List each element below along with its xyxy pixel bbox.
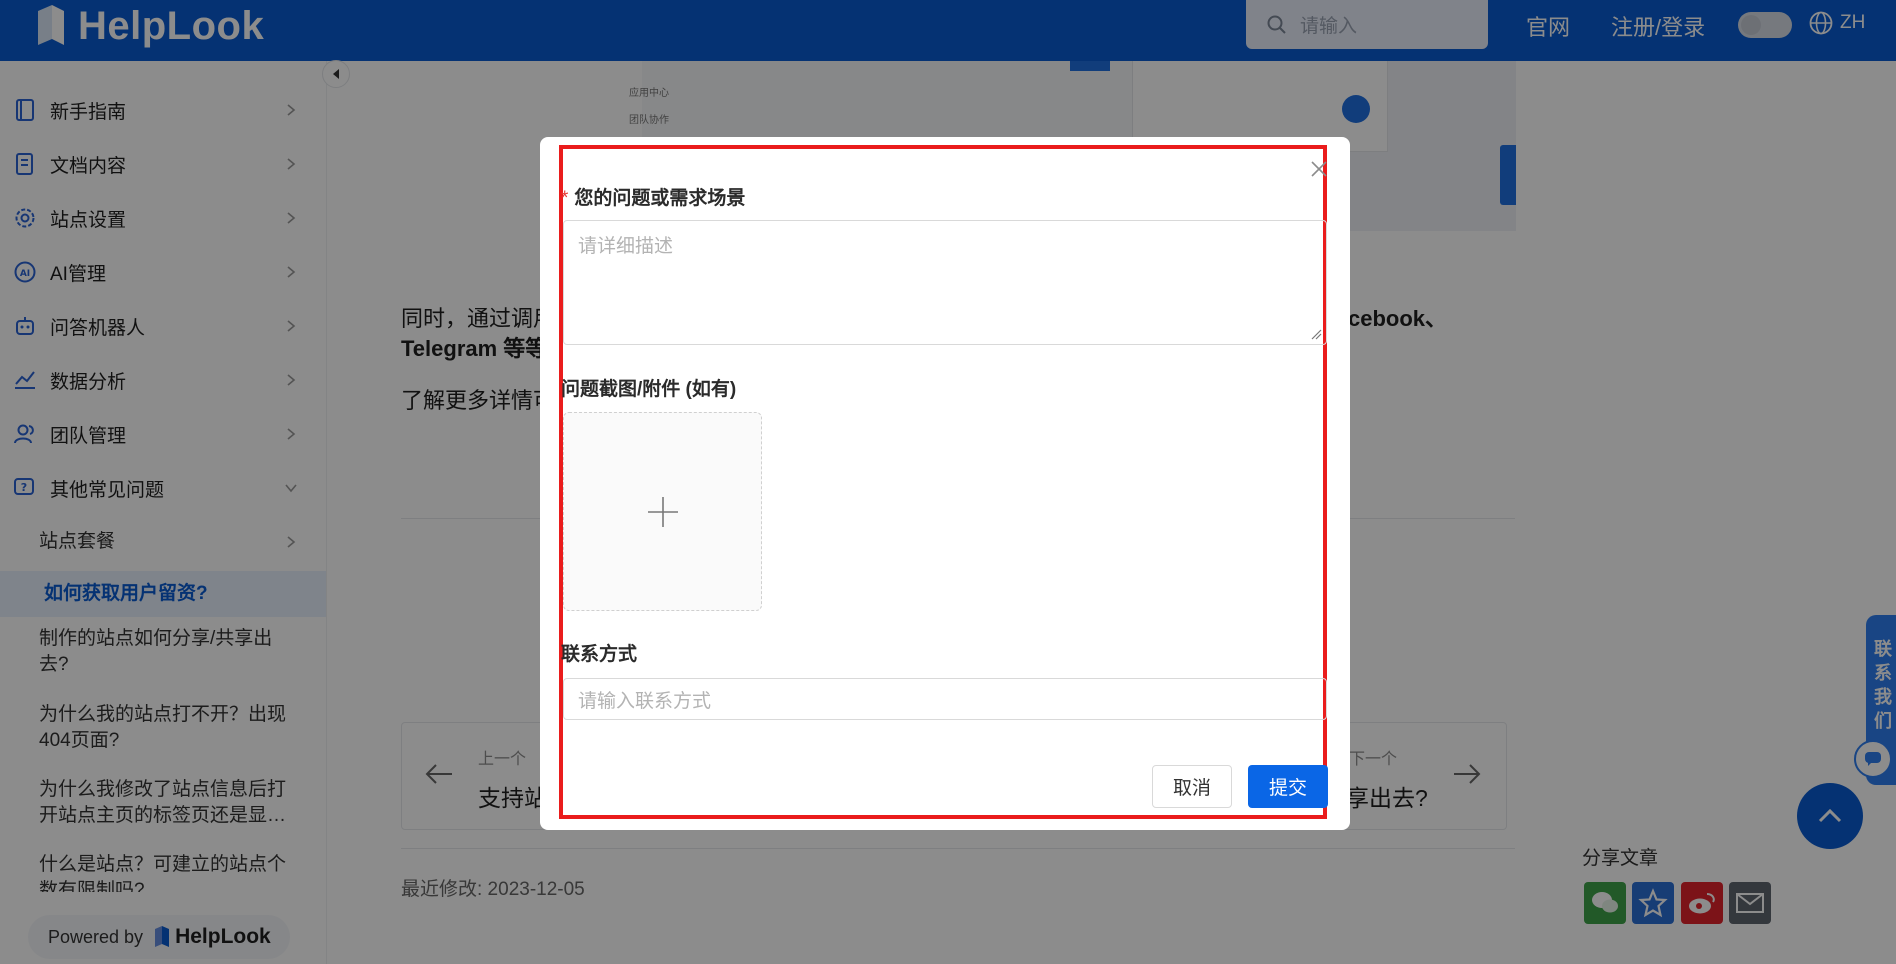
submit-button[interactable]: 提交 [1248,765,1328,808]
resize-grip-icon[interactable] [1310,328,1322,340]
contact-placeholder: 请输入联系方式 [578,690,712,712]
close-icon[interactable] [1307,157,1331,181]
feedback-dialog: * 您的问题或需求场景 请详细描述 问题截图/附件 (如有) 联系方式 请输入联系… [540,137,1350,830]
question-label-text: 您的问题或需求场景 [574,188,746,209]
plus-icon [647,496,678,527]
required-mark: * [561,188,569,209]
attachment-label: 问题截图/附件 (如有) [561,379,737,400]
question-placeholder: 请详细描述 [578,236,674,257]
question-label: * 您的问题或需求场景 [561,183,745,210]
question-textarea[interactable]: 请详细描述 [563,220,1327,345]
contact-input[interactable]: 请输入联系方式 [563,678,1327,720]
attachment-upload-area[interactable] [563,412,762,611]
cancel-button[interactable]: 取消 [1152,765,1232,808]
contact-label: 联系方式 [561,644,638,665]
